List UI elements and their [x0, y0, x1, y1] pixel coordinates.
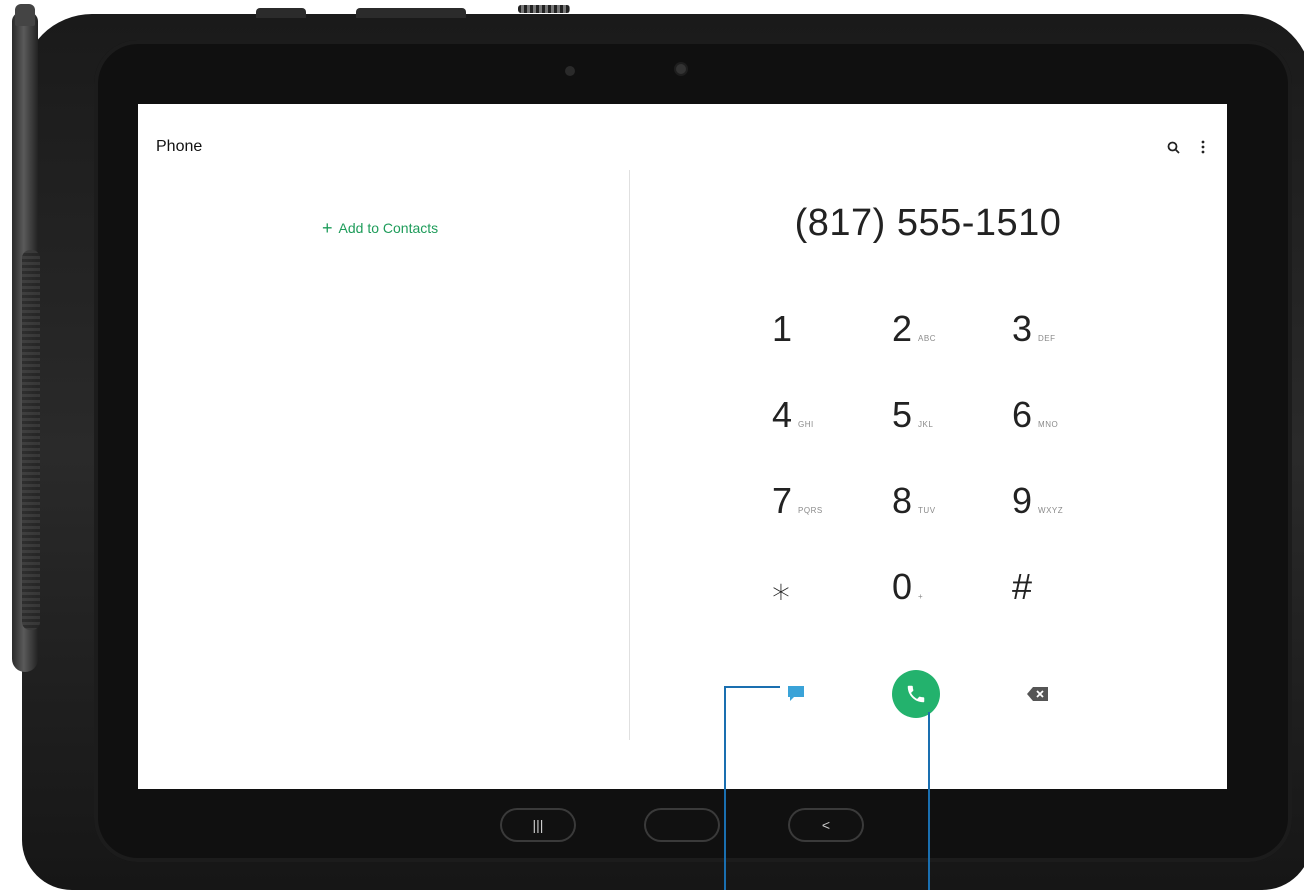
backspace-icon[interactable]: [1026, 686, 1050, 702]
key-7[interactable]: 7 PQRS: [772, 476, 892, 562]
key-2[interactable]: 2 ABC: [892, 304, 1012, 390]
add-to-contacts-label: Add to Contacts: [338, 220, 439, 236]
key-3[interactable]: 3 DEF: [1012, 304, 1132, 390]
key-9[interactable]: 9 WXYZ: [1012, 476, 1132, 562]
callout-line-call: [928, 712, 930, 890]
speaker-grille: [518, 5, 570, 13]
key-star[interactable]: ⁎: [772, 562, 892, 648]
phone-call-icon: [907, 685, 925, 703]
dial-keypad: 1 2 ABC 3 DEF 4 GHI 5 JKL 6 MNO 7 PQRS 8 TUV 9W…: [772, 304, 1132, 648]
key-4[interactable]: 4 GHI: [772, 390, 892, 476]
power-button: [256, 8, 306, 18]
phone-app-screen: Phone + Add to Contacts (817) 555-1510 1…: [138, 104, 1227, 789]
key-hash[interactable]: #: [1012, 562, 1132, 648]
side-grip: [22, 250, 40, 630]
recents-button[interactable]: |||: [500, 808, 576, 842]
home-button[interactable]: [644, 808, 720, 842]
sensor-icon: [565, 66, 575, 76]
key-5[interactable]: 5 JKL: [892, 390, 1012, 476]
volume-button: [356, 8, 466, 18]
plus-icon: +: [322, 218, 333, 238]
back-button[interactable]: <: [788, 808, 864, 842]
front-camera-icon: [676, 64, 686, 74]
key-6[interactable]: 6 MNO: [1012, 390, 1132, 476]
callout-line-message-horizontal: [724, 686, 780, 688]
callout-line-message: [724, 686, 726, 890]
dialed-number[interactable]: (817) 555-1510: [629, 202, 1227, 245]
stylus-tip: [15, 4, 35, 26]
pane-divider: [629, 170, 630, 740]
call-button[interactable]: [892, 670, 940, 718]
message-icon[interactable]: [786, 684, 806, 704]
back-icon: <: [821, 817, 831, 833]
more-vert-icon[interactable]: [1195, 138, 1211, 156]
key-8[interactable]: 8 TUV: [892, 476, 1012, 562]
toolbar-actions: [1165, 138, 1211, 156]
key-1[interactable]: 1: [772, 304, 892, 390]
recents-icon: |||: [532, 817, 544, 833]
search-icon[interactable]: [1165, 138, 1181, 156]
dialer-actions: [772, 670, 1132, 718]
app-title: Phone: [156, 138, 203, 155]
key-0[interactable]: 0 +: [892, 562, 1012, 648]
add-to-contacts-button[interactable]: + Add to Contacts: [322, 218, 439, 238]
